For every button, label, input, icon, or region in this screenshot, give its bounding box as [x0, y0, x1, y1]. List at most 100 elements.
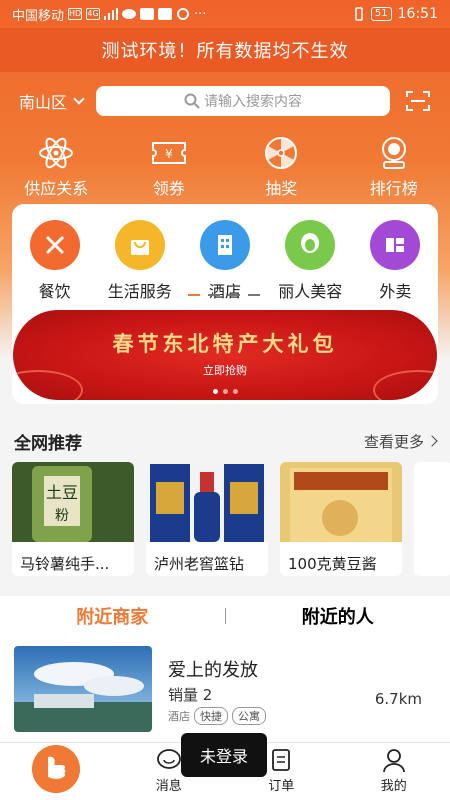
category-label: 生活服务: [107, 282, 172, 301]
message-icon: [156, 749, 181, 769]
network-badge: 4G: [86, 8, 101, 20]
vibrate-icon: [355, 7, 363, 21]
cutlery-icon: [29, 220, 80, 270]
toast-text: 未登录: [199, 747, 248, 766]
product-name: 马铃薯纯手...: [20, 555, 110, 573]
product-image: [280, 462, 402, 542]
category-label: 丽人美容: [278, 282, 343, 301]
carrier-label: 中国移动: [12, 8, 65, 24]
coupon-icon: ¥: [151, 142, 186, 164]
category-beauty[interactable]: 丽人美容: [268, 220, 353, 302]
search-icon: [184, 93, 200, 109]
clock: 16:51: [397, 6, 438, 22]
merchant-thumbnail: [14, 646, 152, 732]
nearby-tabs: 附近商家 附近的人: [0, 596, 450, 636]
status-bar: 中国移动 HD 4G ··· 51 16:51: [0, 0, 450, 28]
quick-action-ranking[interactable]: 排行榜: [338, 135, 450, 199]
chevron-down-icon: [73, 93, 85, 105]
merchant-distance: 6.7km: [374, 690, 422, 708]
merchant-list-item[interactable]: 爱上的发放 销量 2 酒店 快捷 公寓 6.7km: [0, 636, 450, 742]
svg-text:粉: 粉: [55, 508, 69, 524]
atom-icon: [39, 137, 74, 169]
category-label: 外卖: [379, 282, 412, 301]
order-icon: [272, 749, 291, 771]
scan-icon[interactable]: [406, 91, 430, 111]
signal-icon: [104, 8, 119, 20]
search-input[interactable]: 请输入搜索内容: [96, 86, 390, 116]
quick-action-label: 领券: [152, 179, 185, 198]
quick-action-label: 供应关系: [24, 179, 89, 198]
merchant-tags: 酒店 快捷 公寓: [168, 707, 266, 725]
tab-nearby-people[interactable]: 附近的人: [226, 603, 450, 629]
chevron-right-icon: [426, 435, 438, 447]
product-card[interactable]: 土豆 粉 马铃薯纯手...: [12, 462, 134, 576]
battery-level: 51: [374, 8, 388, 19]
category-life-service[interactable]: 生活服务: [97, 220, 182, 302]
lottery-wheel-icon: [265, 137, 298, 169]
home-logo-icon[interactable]: [32, 745, 80, 793]
test-environment-notice: 测试环境！所有数据均不生效: [0, 28, 450, 72]
quick-actions: 供应关系 ¥ 领券 抽奖 排行榜: [0, 135, 450, 199]
city-label: 南山区: [19, 93, 68, 112]
see-more-label: 查看更多: [363, 432, 424, 451]
merchant-name: 爱上的发放: [168, 660, 258, 681]
building-icon: [200, 220, 250, 270]
merchant-type: 酒店: [168, 710, 190, 723]
city-selector[interactable]: 南山区: [19, 89, 85, 113]
search-placeholder: 请输入搜索内容: [204, 94, 302, 110]
quick-action-coupon[interactable]: ¥ 领券: [113, 135, 226, 199]
category-hotel[interactable]: 酒店: [182, 220, 267, 302]
more-notifications-icon: ···: [194, 6, 207, 22]
page-dot-active: [188, 294, 200, 296]
category-page-indicator: [188, 294, 260, 296]
product-name: 100克黄豆酱: [288, 555, 377, 573]
product-name: 泸州老窖篮钻: [154, 555, 245, 573]
browser-notification-icon: [140, 8, 155, 20]
see-more-link[interactable]: 查看更多: [363, 431, 438, 452]
recommend-title: 全网推荐: [14, 433, 82, 454]
promo-banner[interactable]: 春节东北特产大礼包 立即抢购: [13, 310, 437, 400]
delivery-icon: [370, 220, 421, 270]
banner-page-indicator: [213, 389, 238, 394]
merchant-tag: 快捷: [194, 707, 228, 725]
svg-text:¥: ¥: [165, 147, 173, 161]
banner-subtitle: 立即抢购: [203, 364, 247, 377]
product-card-partial[interactable]: [414, 462, 450, 576]
nav-label: 我的: [380, 779, 407, 794]
product-carousel: 土豆 粉 马铃薯纯手... 泸州老窖篮钻 100克黄豆酱: [12, 462, 450, 576]
nav-mine[interactable]: 我的: [338, 743, 450, 800]
woman-icon: [285, 220, 336, 270]
app-notification-icon: [158, 8, 173, 20]
user-icon: [382, 749, 405, 773]
page-dot: [228, 294, 240, 296]
search-row: 南山区 请输入搜索内容: [0, 84, 450, 118]
quick-action-lottery[interactable]: 抽奖: [225, 135, 338, 199]
category-takeout[interactable]: 外卖: [353, 220, 438, 302]
tab-nearby-merchants[interactable]: 附近商家: [0, 603, 225, 629]
merchant-tag: 公寓: [232, 707, 266, 725]
product-card[interactable]: 泸州老窖篮钻: [146, 462, 268, 576]
banner-dot: [233, 389, 238, 394]
category-label: 餐饮: [38, 282, 71, 301]
product-image: [146, 462, 268, 542]
app-notification-icon-2: [177, 8, 190, 20]
banner-dot-active: [213, 389, 218, 394]
product-image: 土豆 粉: [12, 462, 134, 542]
product-card[interactable]: 100克黄豆酱: [280, 462, 402, 576]
nav-label: 订单: [268, 779, 295, 794]
hd-badge: HD: [68, 8, 83, 20]
notice-text: 测试环境！所有数据均不生效: [101, 41, 349, 62]
recommend-header: 全网推荐 查看更多: [0, 426, 450, 456]
page-dot: [208, 294, 220, 296]
chat-notification-icon: [122, 9, 137, 19]
shopping-bag-icon: [114, 220, 165, 270]
battery-icon: 51: [370, 7, 392, 21]
nav-label: 消息: [155, 779, 182, 794]
quick-action-supply[interactable]: 供应关系: [0, 135, 113, 199]
quick-action-label: 排行榜: [369, 179, 418, 198]
category-label: 酒店: [209, 282, 242, 301]
quick-action-label: 抽奖: [265, 179, 298, 198]
banner-dot: [223, 389, 228, 394]
category-dining[interactable]: 餐饮: [12, 220, 97, 302]
page-dot: [248, 294, 260, 296]
